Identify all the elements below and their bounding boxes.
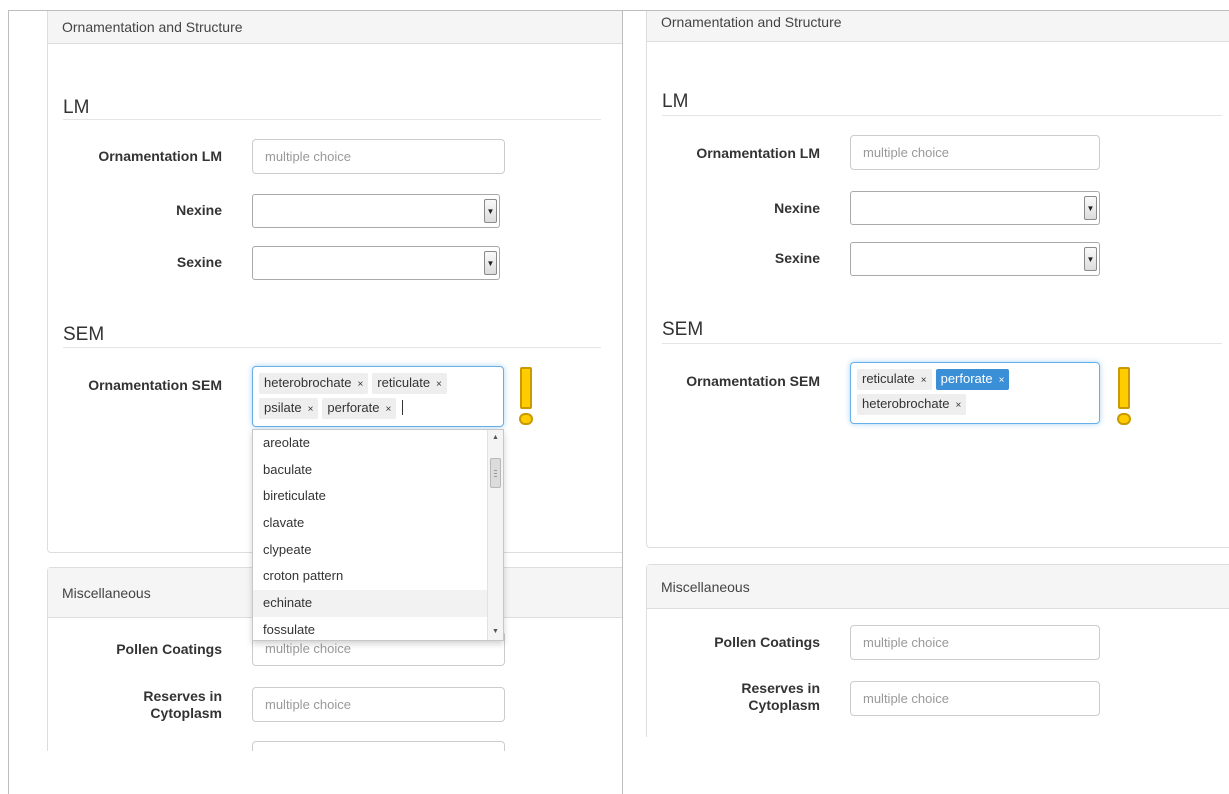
scrollbar-thumb[interactable] — [490, 458, 501, 488]
ornamentation-panel: Ornamentation and Structure — [646, 11, 1229, 548]
dropdown-scrollbar[interactable]: ▲ ▼ — [487, 430, 503, 640]
selected-chip: reticulate × — [857, 369, 932, 390]
dropdown-option[interactable]: clavate — [253, 510, 503, 537]
selected-chip: reticulate × — [372, 373, 447, 394]
reserves-label-line-2: Cytoplasm — [150, 705, 222, 721]
sem-divider — [662, 343, 1222, 344]
chip-remove-icon[interactable]: × — [385, 404, 391, 415]
ornamentation-sem-multiselect[interactable]: heterobrochate × reticulate ×psilate × perfor… — [252, 366, 504, 427]
nexine-label: Nexine — [774, 200, 820, 216]
chevron-down-icon[interactable]: ▼ — [484, 199, 497, 223]
reserves-in-cytoplasm-input[interactable]: multiple choice — [850, 681, 1100, 716]
ornamentation-sem-multiselect[interactable]: reticulate × perforate × heterobrochate × — [850, 362, 1100, 424]
panel-heading: Miscellaneous — [647, 565, 1229, 609]
chip-remove-icon[interactable]: × — [308, 404, 314, 415]
ornamentation-lm-placeholder: multiple choice — [863, 145, 949, 160]
reserves-label-line-2: Cytoplasm — [748, 697, 820, 713]
panel-heading: Ornamentation and Structure — [48, 11, 622, 44]
pollen-coatings-input[interactable]: multiple choice — [850, 625, 1100, 660]
reserves-in-cytoplasm-input[interactable]: multiple choice — [252, 687, 505, 722]
ornamentation-lm-label: Ornamentation LM — [696, 145, 820, 161]
selected-chip: perforate × — [322, 398, 397, 419]
selected-chip: psilate × — [259, 398, 319, 419]
dropdown-option[interactable]: croton pattern — [253, 563, 503, 590]
chip-remove-icon[interactable]: × — [921, 375, 927, 386]
warning-bar — [520, 367, 532, 409]
chip-label: reticulate — [862, 371, 915, 386]
sexine-select[interactable]: ▼ — [850, 242, 1100, 276]
chip-remove-icon[interactable]: × — [357, 379, 363, 390]
sem-section-title: SEM — [63, 324, 105, 345]
panel-heading-text: Miscellaneous — [661, 579, 750, 595]
selected-chip: heterobrochate × — [857, 394, 967, 415]
sem-divider — [63, 347, 601, 348]
dropdown-option[interactable]: areolate — [253, 430, 503, 457]
lm-divider — [662, 115, 1222, 116]
dropdown-options-list: areolate baculate bireticulate clavate c… — [253, 430, 503, 640]
reserves-in-cytoplasm-label: Reserves in Cytoplasm — [644, 680, 820, 714]
chip-remove-icon[interactable]: × — [999, 375, 1005, 386]
ornamentation-sem-label: Ornamentation SEM — [686, 373, 820, 389]
dropdown-option-highlighted[interactable]: echinate — [253, 590, 503, 617]
lm-section-title: LM — [63, 97, 90, 118]
panel-heading-text: Miscellaneous — [62, 585, 151, 601]
dropdown-option[interactable]: fossulate — [253, 617, 503, 640]
ornamentation-lm-placeholder: multiple choice — [265, 149, 351, 164]
scroll-up-icon[interactable]: ▲ — [488, 430, 503, 446]
panel-heading-text: Ornamentation and Structure — [62, 19, 243, 35]
sexine-label: Sexine — [774, 250, 820, 266]
ornamentation-lm-input[interactable]: multiple choice — [252, 139, 505, 174]
pollen-coatings-label: Pollen Coatings — [116, 641, 222, 657]
reserves-label-line-1: Reserves in — [741, 680, 820, 696]
ornamentation-sem-label: Ornamentation SEM — [88, 377, 222, 393]
chevron-down-icon[interactable]: ▼ — [484, 251, 497, 275]
chip-label: perforate — [940, 371, 993, 386]
reserves-in-cytoplasm-label: Reserves in Cytoplasm — [49, 688, 222, 722]
chip-remove-icon[interactable]: × — [955, 400, 961, 411]
warning-bar — [1118, 367, 1130, 409]
dropdown-option[interactable]: baculate — [253, 457, 503, 484]
lm-section-title: LM — [662, 91, 689, 112]
right-screenshot: Ornamentation and Structure LM Ornamenta… — [624, 11, 1229, 737]
chip-remove-icon[interactable]: × — [436, 379, 442, 390]
reserves-label-line-1: Reserves in — [143, 688, 222, 704]
next-field-input[interactable] — [252, 741, 505, 751]
selected-chip-active: perforate × — [935, 369, 1010, 390]
reserves-placeholder: multiple choice — [863, 691, 949, 706]
left-screenshot: Ornamentation and Structure LM Ornamenta… — [9, 11, 622, 751]
nexine-label: Nexine — [176, 202, 222, 218]
nexine-select[interactable]: ▼ — [252, 194, 500, 228]
nexine-select[interactable]: ▼ — [850, 191, 1100, 225]
warning-dot — [519, 413, 533, 425]
sexine-label: Sexine — [176, 254, 222, 270]
panel-heading-text: Ornamentation and Structure — [661, 14, 842, 30]
ornamentation-options-dropdown[interactable]: areolate baculate bireticulate clavate c… — [252, 429, 504, 641]
ornamentation-lm-label: Ornamentation LM — [98, 148, 222, 164]
sem-section-title: SEM — [662, 319, 704, 340]
pollen-coatings-placeholder: multiple choice — [265, 641, 351, 656]
chevron-down-icon[interactable]: ▼ — [1084, 196, 1097, 220]
lm-divider — [63, 119, 601, 120]
chevron-down-icon[interactable]: ▼ — [1084, 247, 1097, 271]
chip-label: psilate — [264, 400, 302, 415]
chip-label: heterobrochate — [264, 375, 352, 390]
scroll-down-icon[interactable]: ▼ — [488, 624, 503, 640]
ornamentation-lm-input[interactable]: multiple choice — [850, 135, 1100, 170]
pollen-coatings-placeholder: multiple choice — [863, 635, 949, 650]
text-cursor — [402, 400, 404, 416]
dropdown-option[interactable]: clypeate — [253, 537, 503, 564]
chip-label: reticulate — [377, 375, 431, 390]
chip-label: perforate — [327, 400, 380, 415]
warning-dot — [1117, 413, 1131, 425]
pollen-coatings-label: Pollen Coatings — [714, 634, 820, 650]
selected-chip: heterobrochate × — [259, 373, 369, 394]
dropdown-option[interactable]: bireticulate — [253, 483, 503, 510]
sexine-select[interactable]: ▼ — [252, 246, 500, 280]
chip-label: heterobrochate — [862, 396, 950, 411]
reserves-placeholder: multiple choice — [265, 697, 351, 712]
panel-heading: Ornamentation and Structure — [647, 11, 1229, 42]
